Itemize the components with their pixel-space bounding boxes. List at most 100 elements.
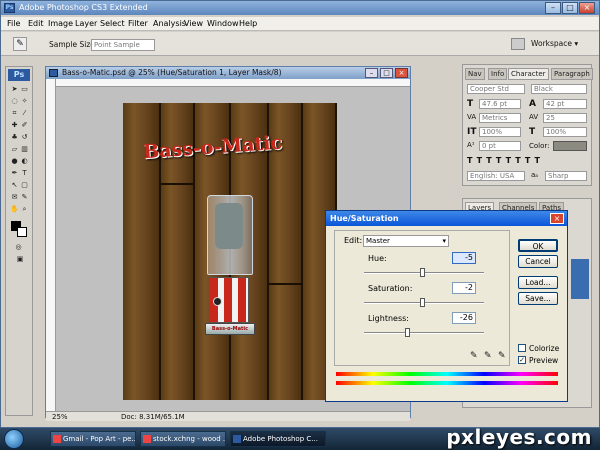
tab-info[interactable]: Info: [488, 68, 508, 80]
browser-icon: [143, 435, 151, 443]
faux-style-buttons[interactable]: TTTTTTTT: [467, 156, 589, 166]
eraser-tool-icon[interactable]: ▱: [10, 145, 19, 154]
document-titlebar[interactable]: Bass-o-Matic.psd @ 25% (Hue/Saturation 1…: [46, 67, 410, 79]
eyedropper-tool-icon[interactable]: ✎: [20, 193, 29, 202]
tracking-field[interactable]: 25: [543, 113, 587, 123]
magic-wand-tool-icon[interactable]: ✧: [20, 97, 29, 106]
blender-label: Bass-o-Matic: [205, 323, 255, 335]
quick-mask-icon[interactable]: ◎: [14, 243, 23, 252]
hand-tool-icon[interactable]: ✋: [10, 205, 19, 214]
font-style-select[interactable]: Black: [531, 84, 587, 94]
blur-tool-icon[interactable]: ●: [10, 157, 19, 166]
clone-stamp-tool-icon[interactable]: ♣: [10, 133, 19, 142]
close-button[interactable]: ×: [579, 2, 595, 14]
workspace-menu[interactable]: Workspace ▾: [531, 39, 578, 48]
menu-file[interactable]: File: [7, 19, 20, 28]
language-select[interactable]: English: USA: [467, 171, 525, 181]
lightness-slider-track[interactable]: [364, 332, 484, 334]
leading-field[interactable]: 42 pt: [543, 99, 587, 109]
lightness-field[interactable]: -26: [452, 312, 476, 324]
ps-app-icon: Ps: [4, 3, 15, 13]
taskbar-item-gmail[interactable]: Gmail - Pop Art - pe...: [50, 431, 136, 447]
menu-help[interactable]: Help: [239, 19, 257, 28]
healing-tool-icon[interactable]: ✚: [10, 121, 19, 130]
vertical-ruler[interactable]: [46, 79, 56, 411]
type-tool-icon[interactable]: T: [20, 169, 29, 178]
menu-edit[interactable]: Edit: [28, 19, 44, 28]
baseline-shift-field[interactable]: 0 pt: [479, 141, 521, 151]
font-family-select[interactable]: Cooper Std: [467, 84, 525, 94]
doc-close-button[interactable]: ×: [395, 68, 408, 78]
maximize-button[interactable]: □: [562, 2, 578, 14]
menu-layer[interactable]: Layer: [75, 19, 97, 28]
doc-minimize-button[interactable]: –: [365, 68, 378, 78]
dialog-close-button[interactable]: ×: [550, 213, 564, 224]
brush-tool-icon[interactable]: ✐: [20, 121, 29, 130]
menu-image[interactable]: Image: [48, 19, 73, 28]
zoom-level[interactable]: 25%: [52, 413, 68, 421]
menu-analysis[interactable]: Analysis: [153, 19, 186, 28]
dialog-title: Hue/Saturation: [330, 214, 399, 223]
taskbar-item-photoshop[interactable]: Adobe Photoshop C...: [230, 431, 326, 447]
menu-bar: File Edit Image Layer Select Filter Anal…: [1, 17, 599, 31]
slice-tool-icon[interactable]: ⁄: [20, 109, 29, 118]
antialias-select[interactable]: Sharp: [545, 171, 587, 181]
preview-checkbox[interactable]: ✓: [518, 356, 526, 364]
saturation-field[interactable]: -2: [452, 282, 476, 294]
lightness-slider-thumb[interactable]: [405, 328, 411, 337]
menu-select[interactable]: Select: [100, 19, 125, 28]
colorize-checkbox[interactable]: [518, 344, 526, 352]
taskbar-item-stockxchng[interactable]: stock.xchng - wood ...: [140, 431, 226, 447]
horizontal-scale-field[interactable]: 100%: [543, 127, 587, 137]
path-selection-tool-icon[interactable]: ↖: [10, 181, 19, 190]
marquee-tool-icon[interactable]: ▭: [20, 85, 29, 94]
colorize-label: Colorize: [529, 344, 560, 353]
minimize-button[interactable]: –: [545, 2, 561, 14]
window-titlebar[interactable]: Ps Adobe Photoshop CS3 Extended – □ ×: [1, 1, 599, 15]
history-brush-tool-icon[interactable]: ↺: [20, 133, 29, 142]
tab-navigator[interactable]: Nav: [465, 68, 485, 80]
menu-window[interactable]: Window: [207, 19, 239, 28]
sample-size-select[interactable]: Point Sample: [91, 39, 155, 51]
horizontal-ruler[interactable]: [56, 79, 410, 87]
ok-button[interactable]: OK: [518, 239, 558, 252]
eyedropper-plus-icon[interactable]: ✎: [484, 351, 492, 361]
dodge-tool-icon[interactable]: ◐: [20, 157, 29, 166]
vertical-scale-field[interactable]: 100%: [479, 127, 521, 137]
save-button[interactable]: Save...: [518, 292, 558, 305]
font-size-field[interactable]: 47.6 pt: [479, 99, 521, 109]
canvas[interactable]: Bass-o-Matic Bass-o-Matic: [123, 103, 337, 400]
hue-slider-thumb[interactable]: [419, 268, 425, 277]
tab-paragraph[interactable]: Paragraph: [551, 68, 593, 80]
lasso-tool-icon[interactable]: ◌: [10, 97, 19, 106]
edit-select[interactable]: Master ▾: [363, 235, 449, 247]
load-button[interactable]: Load...: [518, 276, 558, 289]
kerning-field[interactable]: Metrics: [479, 113, 521, 123]
shape-tool-icon[interactable]: ▢: [20, 181, 29, 190]
saturation-slider-thumb[interactable]: [419, 298, 425, 307]
cancel-button[interactable]: Cancel: [518, 255, 558, 268]
eyedropper-icon[interactable]: ✎: [470, 351, 478, 361]
start-button[interactable]: [4, 429, 24, 449]
document-info[interactable]: Doc: 8.31M/65.1M: [121, 413, 185, 421]
background-color-swatch[interactable]: [17, 227, 27, 237]
zoom-tool-icon[interactable]: ⌕: [20, 205, 29, 214]
crop-tool-icon[interactable]: ⌗: [10, 109, 19, 118]
eyedropper-tool-preset-icon[interactable]: ✎: [13, 37, 27, 51]
doc-maximize-button[interactable]: □: [380, 68, 393, 78]
pen-tool-icon[interactable]: ✒: [10, 169, 19, 178]
move-tool-icon[interactable]: ➤: [10, 85, 19, 94]
dialog-titlebar[interactable]: Hue/Saturation ×: [326, 211, 567, 226]
window-title: Adobe Photoshop CS3 Extended: [19, 3, 148, 12]
hue-field[interactable]: -5: [452, 252, 476, 264]
gradient-tool-icon[interactable]: ▥: [20, 145, 29, 154]
menu-filter[interactable]: Filter: [128, 19, 148, 28]
menu-view[interactable]: View: [184, 19, 203, 28]
layer-thumbnail[interactable]: [571, 259, 589, 299]
notes-tool-icon[interactable]: ✉: [10, 193, 19, 202]
eyedropper-minus-icon[interactable]: ✎: [498, 351, 506, 361]
screen-mode-icon[interactable]: ▣: [14, 255, 26, 264]
text-color-swatch[interactable]: [553, 141, 587, 151]
workspace-icon[interactable]: [511, 38, 525, 50]
tab-character[interactable]: Character: [508, 68, 549, 80]
